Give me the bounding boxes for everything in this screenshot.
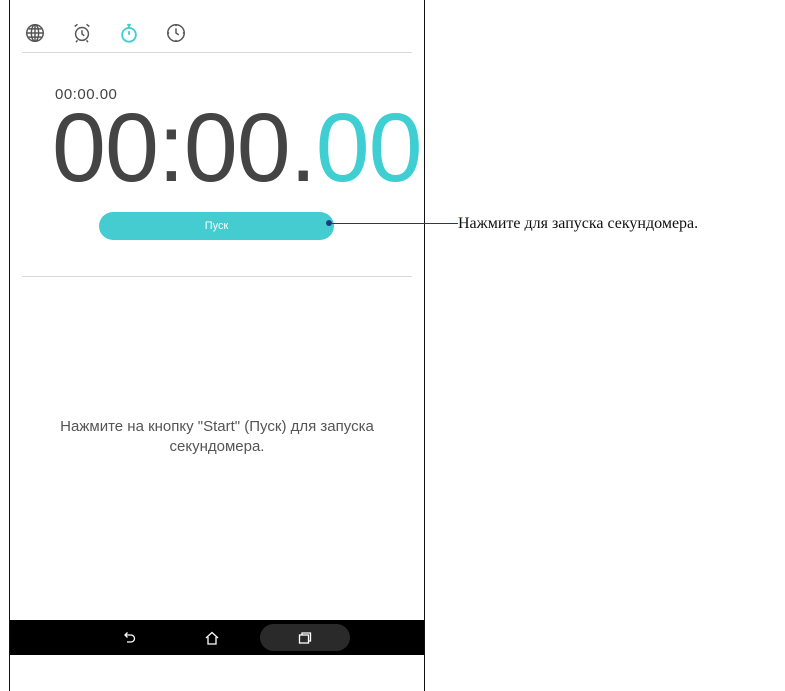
hundredths: 00: [315, 93, 423, 202]
back-icon: [124, 631, 136, 643]
home-icon: [205, 631, 219, 645]
start-button[interactable]: Пуск: [99, 212, 334, 240]
home-button[interactable]: [197, 624, 227, 651]
main-time: 00:00.: [52, 93, 317, 202]
callout-text: Нажмите для запуска секундомера.: [458, 215, 699, 232]
tab-stopwatch[interactable]: [114, 18, 144, 48]
tab-world-clock[interactable]: [20, 18, 50, 48]
back-button[interactable]: [114, 624, 144, 651]
top-divider: [22, 52, 412, 53]
middle-divider: [22, 276, 412, 277]
start-hint-text: Нажмите на кнопку "Start" (Пуск) для зап…: [60, 418, 374, 455]
phone-screen: 00:00.00 00:00.00 Пуск Нажмите на кнопку…: [9, 0, 425, 691]
clock-tabs: [20, 18, 208, 48]
tab-timer[interactable]: [161, 18, 191, 48]
tab-alarm[interactable]: [67, 18, 97, 48]
recent-apps-button[interactable]: [260, 624, 350, 651]
callout-line: [330, 223, 458, 224]
timer-icon: [167, 24, 185, 42]
globe-icon: [26, 24, 44, 42]
alarm-clock-icon: [74, 23, 90, 43]
recent-apps-icon: [298, 631, 312, 644]
stopwatch-display: 00:00.00: [52, 99, 423, 196]
navigation-bar: [10, 620, 424, 655]
stopwatch-icon: [121, 23, 137, 43]
